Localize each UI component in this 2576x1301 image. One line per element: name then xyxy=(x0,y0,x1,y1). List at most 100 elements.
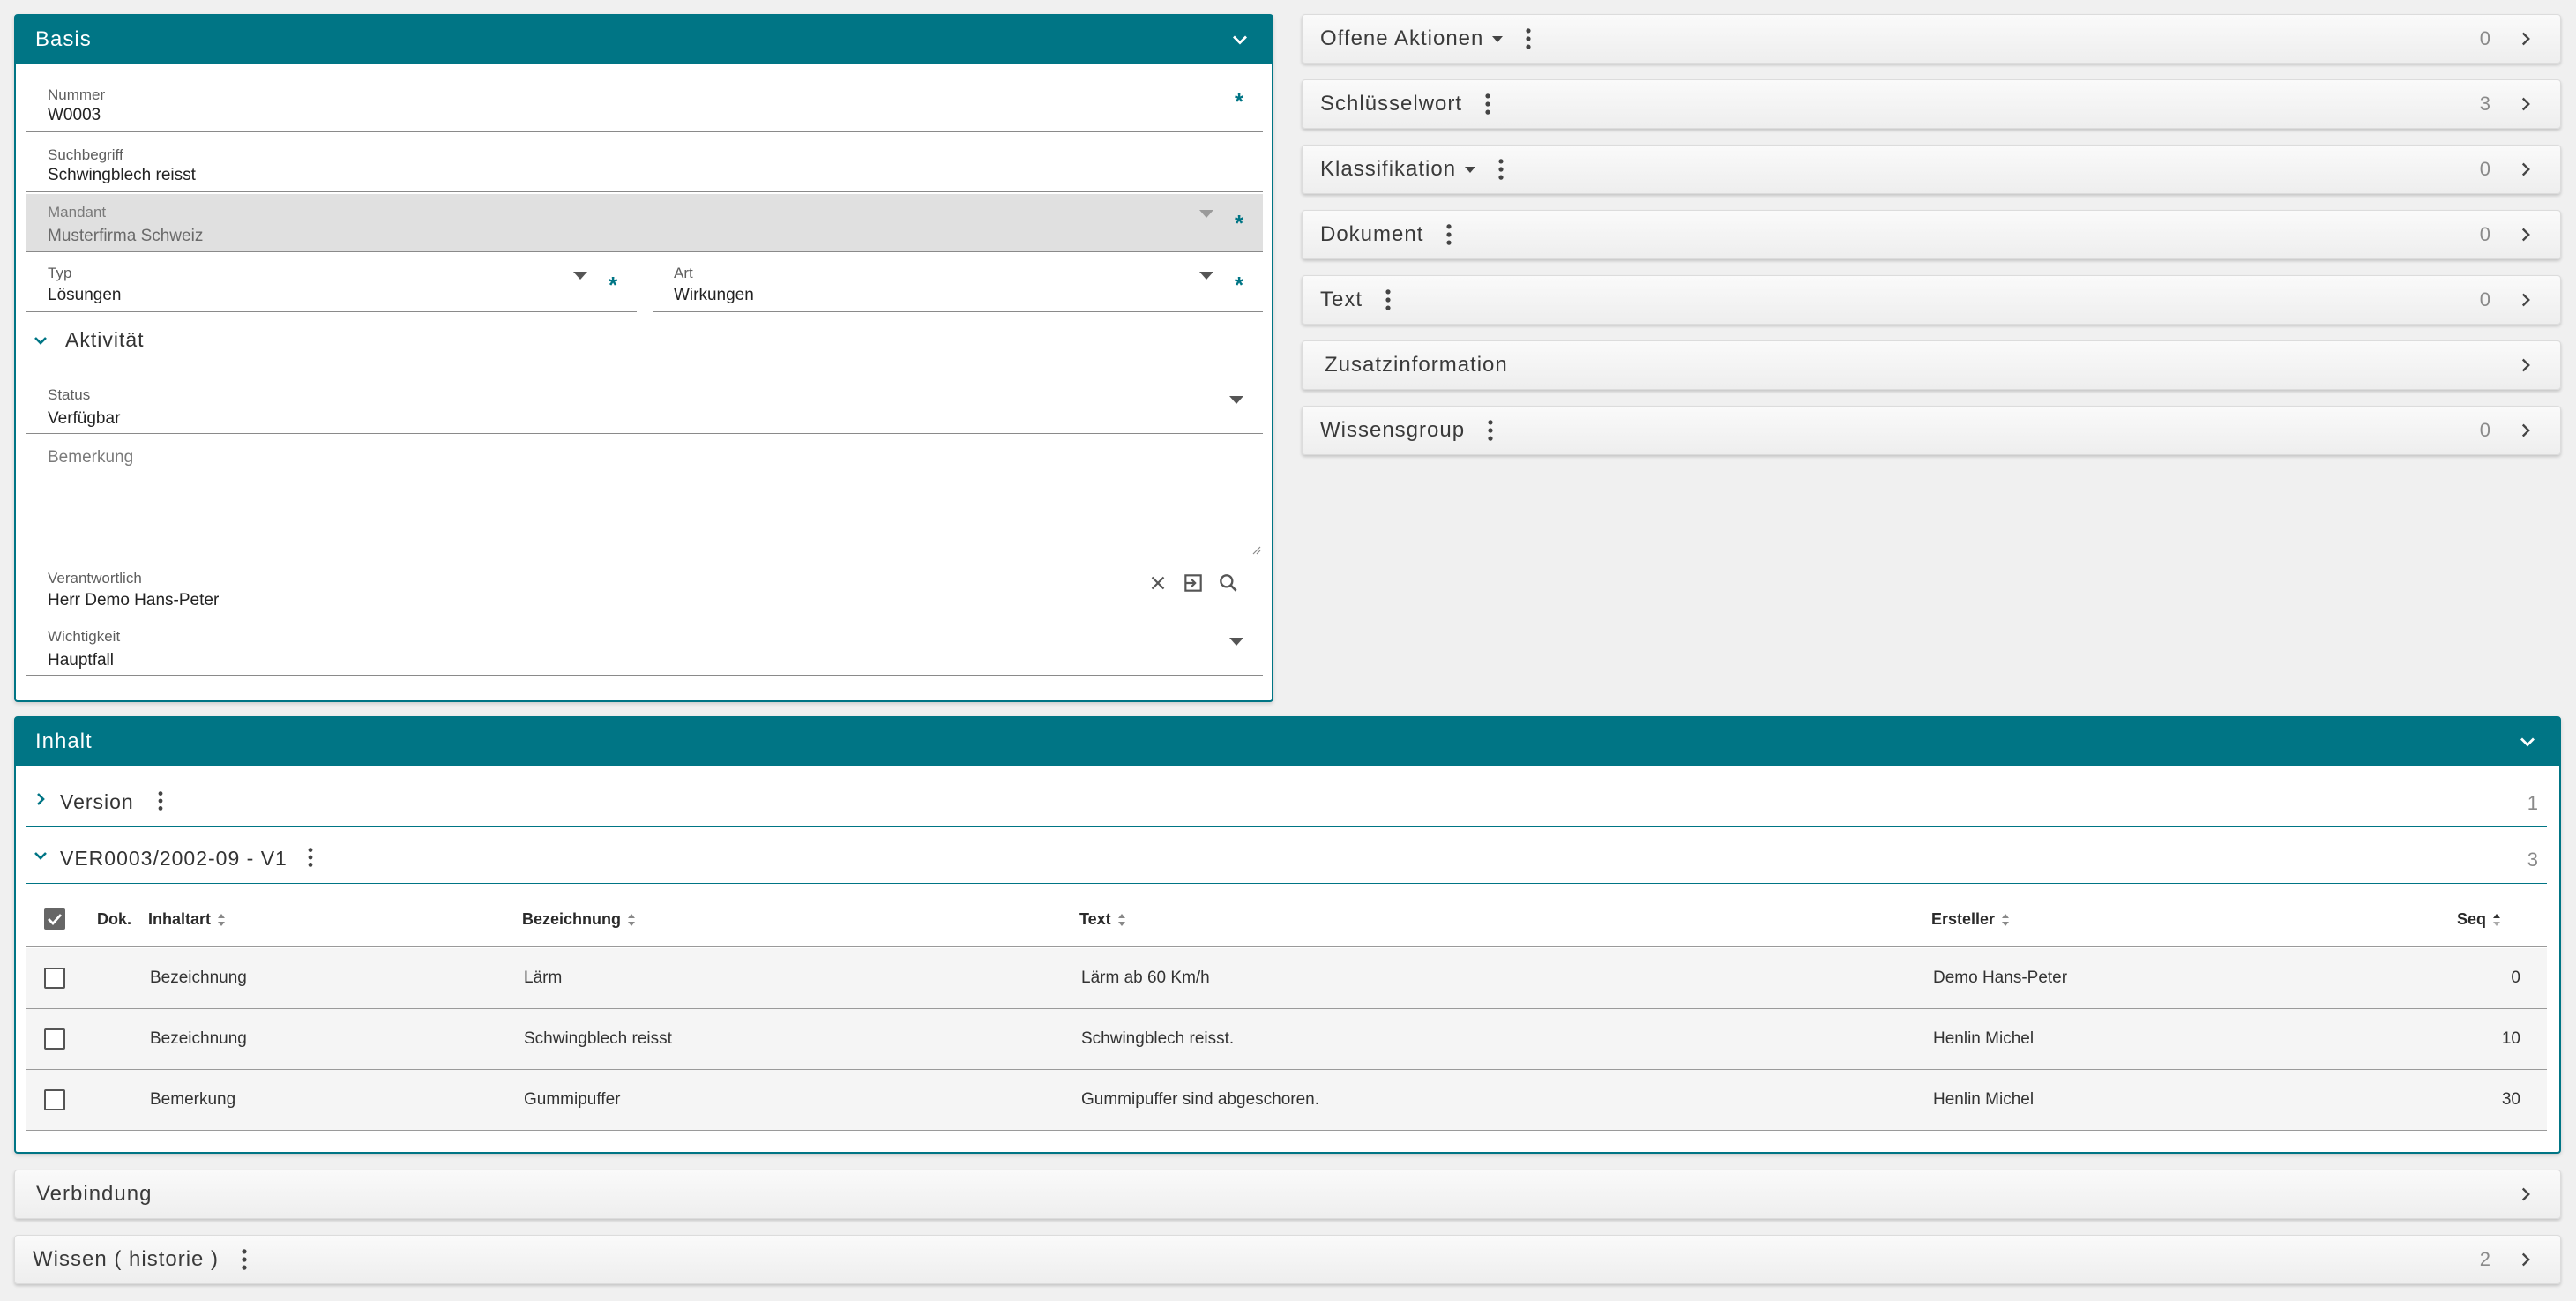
cell-bezeichnung: Schwingblech reisst xyxy=(524,1029,672,1048)
chevron-right-icon[interactable] xyxy=(2514,1183,2537,1206)
col-seq[interactable]: Seq xyxy=(2457,910,2502,929)
table-row[interactable]: Bemerkung Gummipuffer Gummipuffer sind a… xyxy=(26,1070,2547,1131)
chevron-right-icon[interactable] xyxy=(2514,354,2537,377)
col-dok[interactable]: Dok. xyxy=(97,910,131,929)
col-text-label: Text xyxy=(1079,910,1111,928)
sort-asc-icon[interactable] xyxy=(2491,912,2502,928)
nummer-value: W0003 xyxy=(48,106,101,124)
chevron-down-icon[interactable] xyxy=(1228,27,1252,52)
more-vert-icon[interactable] xyxy=(1443,223,1455,246)
aktivitaet-label: Aktivität xyxy=(65,328,145,351)
suchbegriff-field[interactable]: Suchbegriff Schwingblech reisst xyxy=(26,136,1263,192)
version-count: 1 xyxy=(2527,792,2538,814)
wichtigkeit-select[interactable]: Wichtigkeit Hauptfall xyxy=(26,619,1263,676)
sort-icon[interactable] xyxy=(216,912,227,928)
col-bezeichnung[interactable]: Bezeichnung xyxy=(522,910,637,929)
inhalt-header[interactable]: Inhalt xyxy=(16,718,2559,766)
cell-ersteller: Demo Hans-Peter xyxy=(1933,968,2068,987)
clear-icon[interactable] xyxy=(1146,572,1169,594)
required-marker: * xyxy=(609,272,618,298)
status-select[interactable]: Status Verfügbar xyxy=(26,378,1263,434)
suchbegriff-label: Suchbegriff xyxy=(48,146,123,163)
section-count: 0 xyxy=(2479,27,2491,49)
nummer-field[interactable]: Nummer W0003 * xyxy=(26,76,1263,132)
chevron-right-icon[interactable] xyxy=(2514,223,2537,246)
more-vert-icon[interactable] xyxy=(1495,158,1507,181)
more-vert-icon[interactable] xyxy=(1382,288,1394,311)
row-checkbox[interactable] xyxy=(44,968,65,989)
cell-bezeichnung: Gummipuffer xyxy=(524,1090,621,1109)
dropdown-arrow-icon[interactable] xyxy=(1199,272,1213,280)
resize-handle-icon[interactable] xyxy=(1251,544,1261,555)
section-offene-aktionen[interactable]: Offene Aktionen 0 xyxy=(1302,14,2561,64)
chevron-right-icon[interactable] xyxy=(30,789,51,810)
verantwortlich-field[interactable]: Verantwortlich Herr Demo Hans-Peter xyxy=(26,561,1263,617)
art-select[interactable]: Art Wirkungen * xyxy=(653,256,1263,312)
more-vert-icon[interactable] xyxy=(1484,419,1497,442)
typ-select[interactable]: Typ Lösungen * xyxy=(26,256,637,312)
cell-ersteller: Henlin Michel xyxy=(1933,1029,2035,1048)
sort-icon[interactable] xyxy=(1116,912,1127,928)
chevron-right-icon[interactable] xyxy=(2514,419,2537,442)
section-dokument[interactable]: Dokument 0 xyxy=(1302,210,2561,259)
section-text[interactable]: Text 0 xyxy=(1302,275,2561,325)
chevron-right-icon[interactable] xyxy=(2514,27,2537,50)
typ-label: Typ xyxy=(48,265,72,281)
chevron-right-icon[interactable] xyxy=(2514,288,2537,311)
col-ersteller[interactable]: Ersteller xyxy=(1931,910,2011,929)
section-zusatzinformation[interactable]: Zusatzinformation xyxy=(1302,340,2561,390)
sort-icon[interactable] xyxy=(626,912,637,928)
version-group-count: 3 xyxy=(2527,849,2538,871)
open-record-icon[interactable] xyxy=(1182,572,1205,594)
basis-title: Basis xyxy=(35,27,92,51)
section-count: 0 xyxy=(2479,223,2491,245)
more-vert-icon[interactable] xyxy=(238,1248,250,1271)
more-vert-icon[interactable] xyxy=(1482,93,1494,116)
bemerkung-textarea[interactable]: Bemerkung xyxy=(26,437,1263,557)
col-seq-label: Seq xyxy=(2457,910,2487,928)
more-vert-icon[interactable] xyxy=(1522,27,1534,50)
sort-icon[interactable] xyxy=(2000,912,2011,928)
dropdown-arrow-icon[interactable] xyxy=(573,272,587,280)
version-group-header[interactable]: VER0003/2002-09 - V1 3 xyxy=(26,833,2547,884)
cell-seq: 30 xyxy=(2501,1090,2520,1109)
inhalt-title: Inhalt xyxy=(35,729,93,753)
col-text[interactable]: Text xyxy=(1079,910,1127,929)
section-wissen-historie[interactable]: Wissen ( historie ) 2 xyxy=(14,1235,2561,1284)
more-vert-icon[interactable] xyxy=(305,847,316,868)
basis-header[interactable]: Basis xyxy=(16,16,1272,64)
wichtigkeit-value: Hauptfall xyxy=(48,651,114,669)
chevron-right-icon[interactable] xyxy=(2514,93,2537,116)
section-label: Verbindung xyxy=(36,1182,153,1206)
more-vert-icon[interactable] xyxy=(155,790,166,811)
chevron-right-icon[interactable] xyxy=(2514,158,2537,181)
table-row[interactable]: Bezeichnung Schwingblech reisst Schwingb… xyxy=(26,1009,2547,1070)
chevron-down-icon[interactable] xyxy=(2515,729,2540,754)
chevron-down-icon[interactable] xyxy=(30,845,51,866)
cell-bezeichnung: Lärm xyxy=(524,968,563,987)
col-inhaltart[interactable]: Inhaltart xyxy=(148,910,227,929)
row-checkbox[interactable] xyxy=(44,1089,65,1110)
row-checkbox[interactable] xyxy=(44,1028,65,1050)
section-wissensgroup[interactable]: Wissensgroup 0 xyxy=(1302,406,2561,455)
version-group-label: VER0003/2002-09 - V1 xyxy=(60,847,287,870)
caret-down-icon[interactable] xyxy=(1465,166,1476,173)
version-section-header[interactable]: Version 1 xyxy=(26,776,2547,827)
section-klassifikation[interactable]: Klassifikation 0 xyxy=(1302,145,2561,194)
chevron-down-icon[interactable] xyxy=(30,330,51,351)
section-verbindung[interactable]: Verbindung xyxy=(14,1170,2561,1219)
dropdown-arrow-icon xyxy=(1199,210,1213,218)
art-label: Art xyxy=(674,265,693,281)
section-count: 0 xyxy=(2479,158,2491,180)
caret-down-icon[interactable] xyxy=(1492,35,1504,42)
col-inhaltart-label: Inhaltart xyxy=(148,910,212,928)
search-icon[interactable] xyxy=(1217,572,1240,594)
dropdown-arrow-icon[interactable] xyxy=(1229,396,1243,404)
section-schluesselwort[interactable]: Schlüsselwort 3 xyxy=(1302,79,2561,129)
chevron-right-icon[interactable] xyxy=(2514,1248,2537,1271)
verantwortlich-label: Verantwortlich xyxy=(48,570,142,587)
dropdown-arrow-icon[interactable] xyxy=(1229,638,1243,646)
select-all-checkbox[interactable] xyxy=(44,908,65,930)
table-row[interactable]: Bezeichnung Lärm Lärm ab 60 Km/h Demo Ha… xyxy=(26,948,2547,1009)
aktivitaet-section-header[interactable]: Aktivität xyxy=(26,323,1263,363)
